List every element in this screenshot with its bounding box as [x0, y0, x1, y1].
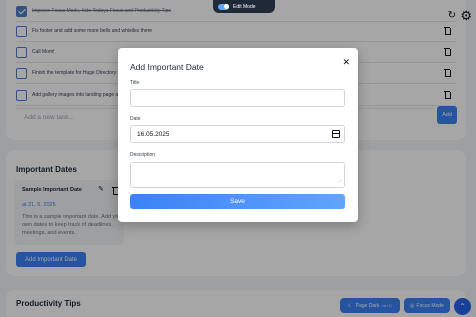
- resize-grip-icon[interactable]: ⟋: [338, 179, 342, 185]
- calendar-icon[interactable]: [332, 130, 340, 138]
- edit-mode-label: Edit Mode: [233, 3, 256, 10]
- description-label: Description: [130, 152, 156, 158]
- title-input-field[interactable]: [137, 94, 344, 102]
- date-input[interactable]: 16.05.2025: [130, 125, 345, 143]
- edit-mode-toggle[interactable]: Edit Mode: [213, 0, 275, 13]
- date-label: Date: [130, 116, 141, 122]
- title-input[interactable]: [130, 89, 345, 107]
- close-icon[interactable]: ✕: [342, 57, 350, 68]
- title-label: Title: [130, 80, 140, 86]
- description-textarea[interactable]: ⟋: [130, 162, 345, 188]
- modal-title: Add Important Date: [130, 62, 204, 72]
- date-value: 16.05.2025: [137, 130, 170, 138]
- add-important-date-modal: Add Important Date ✕ Title Date 16.05.20…: [118, 48, 358, 222]
- save-button[interactable]: Save: [130, 194, 345, 209]
- toggle-switch[interactable]: [218, 3, 229, 10]
